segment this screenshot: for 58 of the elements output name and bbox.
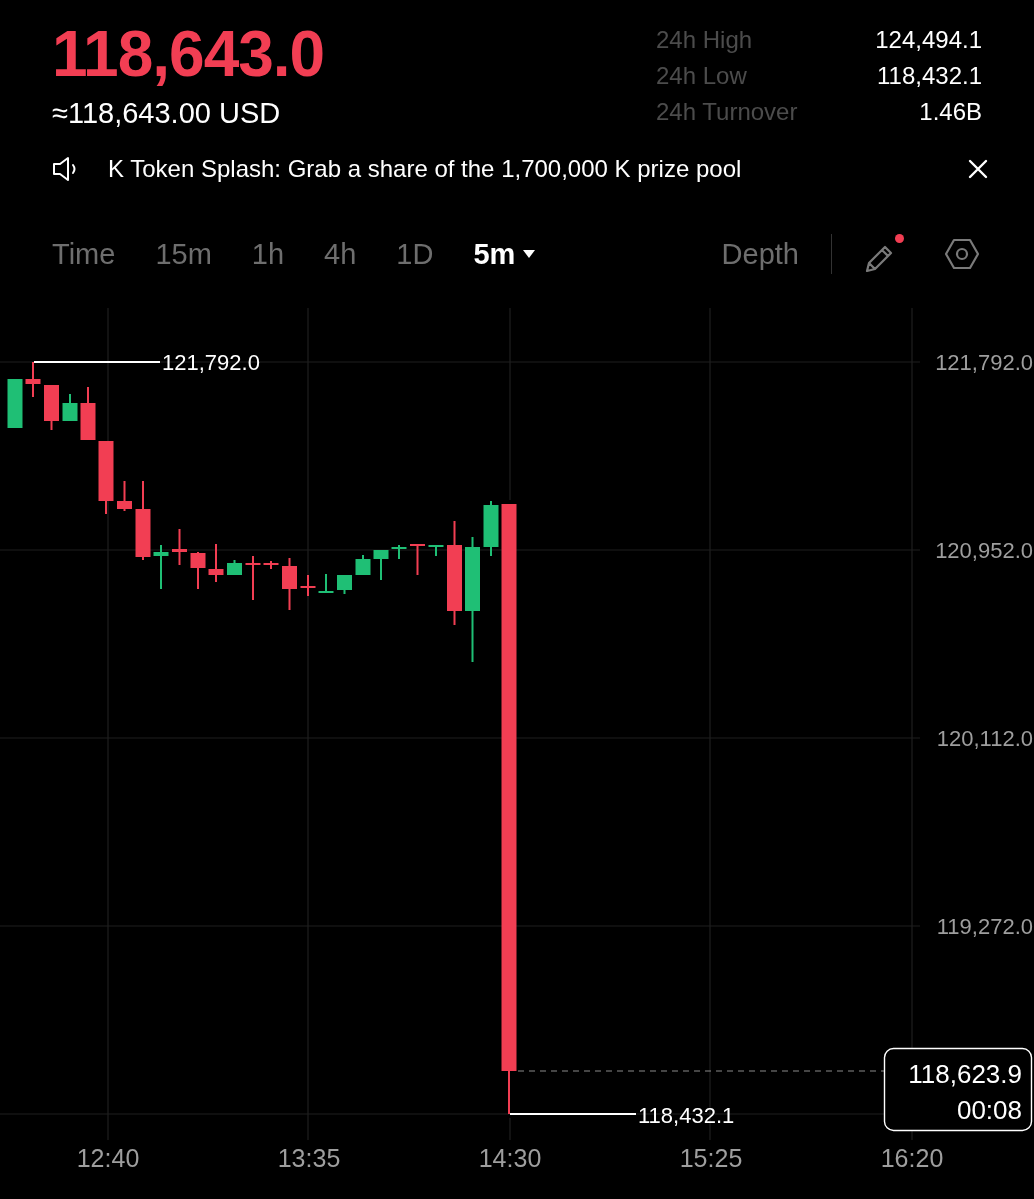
price-axis-label: 120,112.0 [936, 726, 1033, 751]
interval-tab[interactable]: 5m [473, 237, 536, 271]
stat-value: 124,494.1 [875, 25, 982, 55]
drawing-tool-button[interactable] [864, 234, 904, 274]
bullish-candle [428, 545, 444, 556]
bullish-candle [62, 394, 78, 421]
bearish-candle [263, 561, 279, 569]
time-axis-label: 12:40 [76, 1144, 140, 1172]
settings-icon [944, 236, 980, 272]
settings-button[interactable] [944, 236, 980, 272]
bullish-candle [337, 575, 352, 594]
time-axis-label: 16:20 [880, 1144, 944, 1172]
close-icon [968, 159, 988, 179]
high-price-label: 121,792.0 [162, 350, 260, 375]
time-axis-label: 13:35 [277, 1144, 341, 1172]
price-axis-label: 120,952.0 [935, 538, 1033, 563]
last-price: 118,643.0 [52, 18, 325, 90]
interval-tab[interactable]: 15m [155, 237, 212, 271]
stat-value: 118,432.1 [877, 61, 982, 91]
bullish-candle [483, 501, 499, 556]
low-price-label: 118,432.1 [638, 1103, 735, 1128]
stat-label: 24h Low [656, 61, 748, 91]
bearish-candle [282, 558, 297, 610]
bearish-candle [208, 544, 224, 582]
caret-icon [523, 250, 536, 258]
bullish-candle [391, 545, 407, 559]
bearish-candle [25, 362, 41, 397]
fiat-value: ≈118,643.00 USD [52, 96, 282, 130]
bearish-candle [117, 481, 132, 511]
price-axis-label: 121,792.0 [935, 350, 1033, 375]
interval-tab[interactable]: 1h [251, 237, 285, 271]
price-axis-label: 119,272.0 [936, 914, 1033, 939]
bullish-candle [318, 574, 334, 593]
last-price-value: 118,623.9 [908, 1059, 1022, 1089]
bullish-candle [7, 379, 23, 428]
bearish-candle [245, 556, 261, 600]
stat-label: 24h Turnover [656, 97, 798, 127]
bullish-candle [153, 545, 169, 589]
bearish-candle [300, 575, 316, 596]
stat-value: 1.46B [919, 97, 982, 127]
interval-tab[interactable]: 1D [396, 237, 434, 271]
bearish-candle [44, 385, 59, 430]
interval-tab[interactable]: Time [52, 237, 116, 271]
depth-tab[interactable]: Depth [721, 237, 799, 271]
bearish-candle [190, 552, 206, 589]
interval-tab[interactable]: 4h [324, 237, 357, 271]
stat-label: 24h High [656, 25, 754, 55]
close-button[interactable] [968, 159, 988, 179]
bullish-candle [355, 555, 371, 575]
bearish-candle [410, 544, 425, 575]
announcement-text[interactable]: K Token Splash: Grab a share of the 1,700,000 K prize pool [108, 155, 742, 183]
time-axis-label: 14:30 [478, 1144, 542, 1172]
bullish-candle [373, 550, 389, 580]
candle-countdown: 00:08 [956, 1095, 1022, 1125]
time-axis-label: 15:25 [679, 1144, 743, 1172]
bullish-candle [227, 560, 242, 575]
bearish-candle [80, 387, 96, 440]
bearish-candle [172, 529, 187, 565]
